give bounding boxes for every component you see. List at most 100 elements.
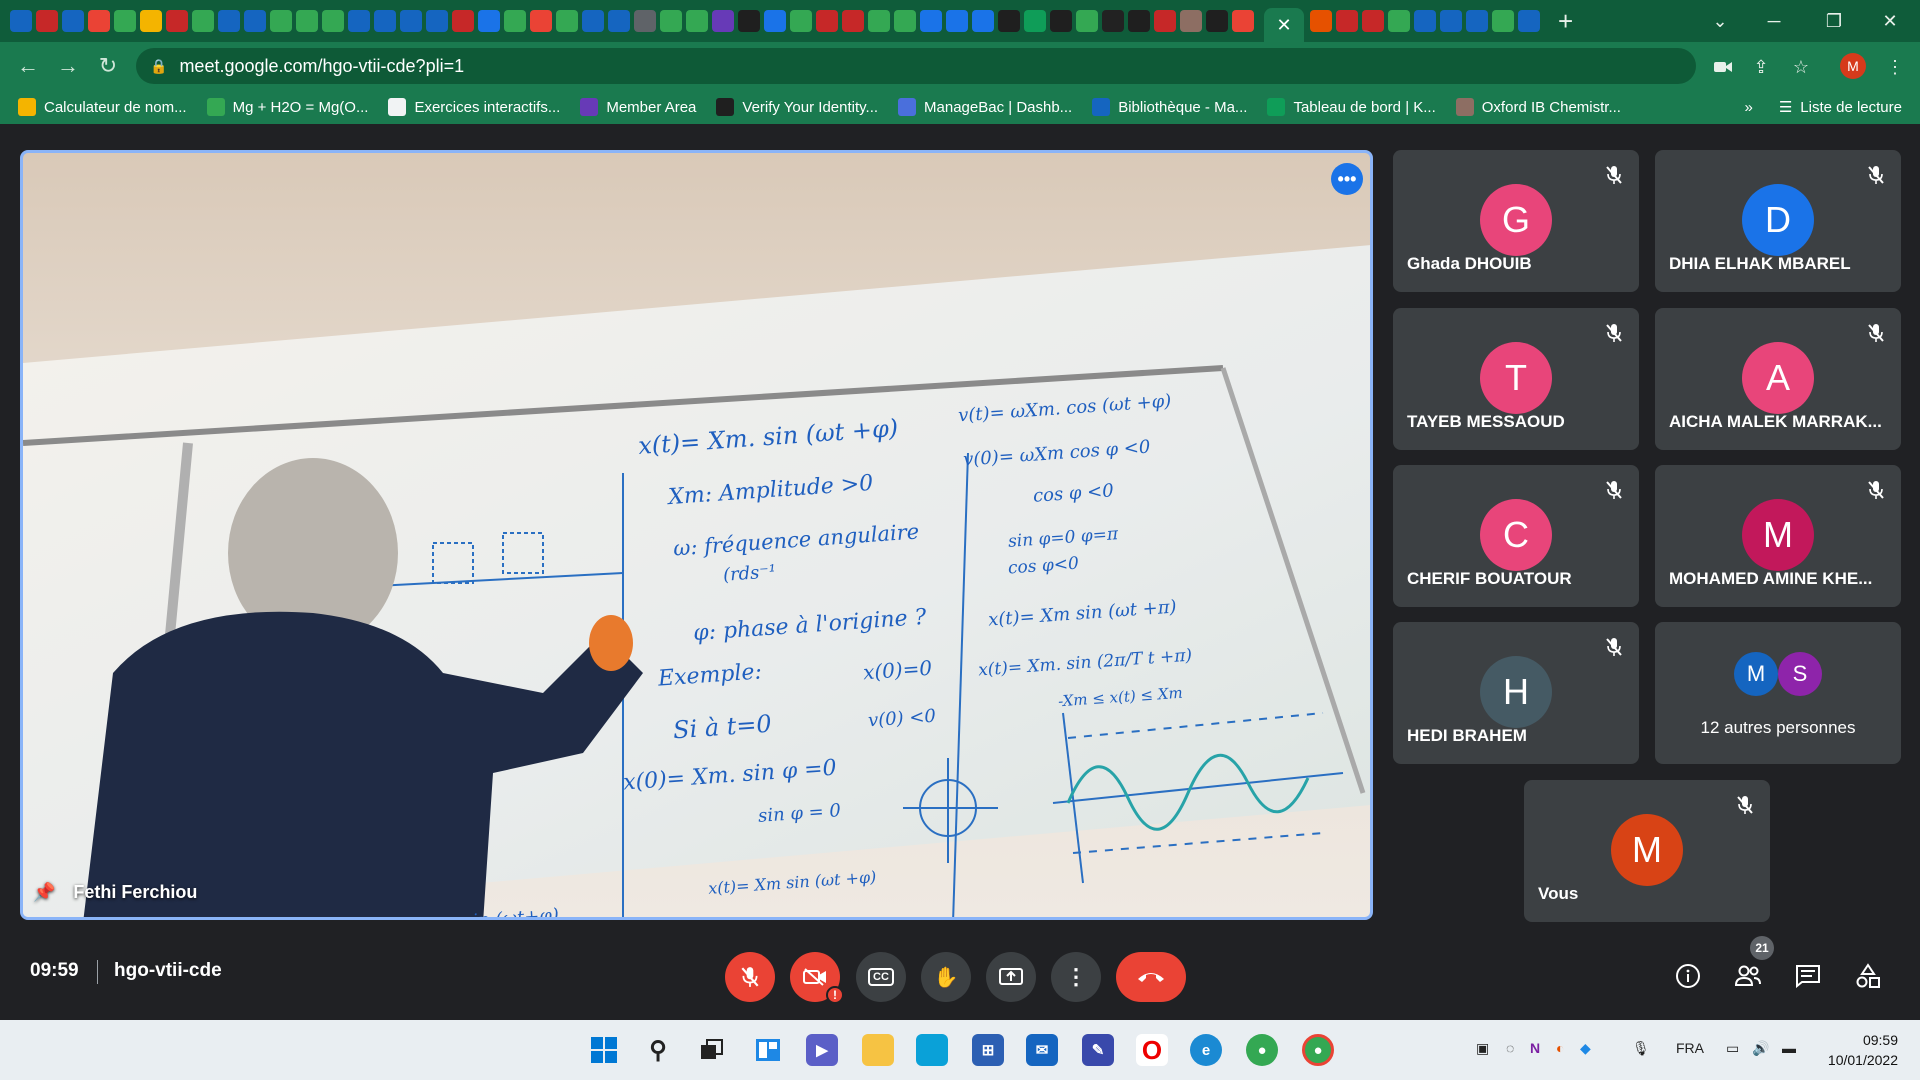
tab-favicon[interactable]: [660, 10, 682, 32]
tab-favicon[interactable]: [634, 10, 656, 32]
self-tile[interactable]: M Vous: [1524, 780, 1770, 922]
microphone-tray-icon[interactable]: 🎙: [1632, 1040, 1650, 1057]
windows-start-icon[interactable]: [588, 1034, 620, 1066]
present-screen-button[interactable]: [986, 952, 1036, 1002]
tab-favicon[interactable]: [452, 10, 474, 32]
tab-favicon[interactable]: [10, 10, 32, 32]
security-tray-icon[interactable]: ◆: [1580, 1040, 1591, 1057]
active-tab[interactable]: ✕: [1264, 8, 1304, 42]
microsoft-store-icon[interactable]: ⊞: [972, 1034, 1004, 1066]
tab-favicon[interactable]: [1232, 10, 1254, 32]
back-button[interactable]: ←: [8, 46, 48, 86]
tab-favicon[interactable]: [1336, 10, 1358, 32]
tab-favicon[interactable]: [1102, 10, 1124, 32]
tray-icon-4[interactable]: ◐: [1556, 1040, 1564, 1056]
address-bar[interactable]: 🔒 meet.google.com/hgo-vtii-cde?pli=1: [136, 48, 1696, 84]
bookmark-item[interactable]: ManageBac | Dashb...: [898, 98, 1072, 116]
tab-favicon[interactable]: [1180, 10, 1202, 32]
more-actions-button[interactable]: ⋮: [1051, 952, 1101, 1002]
tab-favicon[interactable]: [296, 10, 318, 32]
bookmark-item[interactable]: Exercices interactifs...: [388, 98, 560, 116]
participant-tile[interactable]: D DHIA ELHAK MBAREL: [1655, 150, 1901, 292]
tab-favicon[interactable]: [166, 10, 188, 32]
edge-icon[interactable]: e: [1190, 1034, 1222, 1066]
tab-favicon[interactable]: [1440, 10, 1462, 32]
raise-hand-button[interactable]: ✋: [921, 952, 971, 1002]
leave-call-button[interactable]: [1116, 952, 1186, 1002]
participant-tile[interactable]: A AICHA MALEK MARRAK...: [1655, 308, 1901, 450]
chrome-profile-icon[interactable]: ●: [1302, 1034, 1334, 1066]
tab-favicon[interactable]: [1310, 10, 1332, 32]
tab-favicon[interactable]: [842, 10, 864, 32]
tab-favicon[interactable]: [1388, 10, 1410, 32]
bookmark-item[interactable]: Tableau de bord | K...: [1267, 98, 1436, 116]
participant-tile[interactable]: T TAYEB MESSAOUD: [1393, 308, 1639, 450]
tab-favicon[interactable]: [374, 10, 396, 32]
system-clock[interactable]: 09:59 10/01/2022: [1828, 1030, 1898, 1070]
tab-favicon[interactable]: [114, 10, 136, 32]
tab-favicon[interactable]: [1466, 10, 1488, 32]
tab-favicon[interactable]: [1076, 10, 1098, 32]
search-icon[interactable]: ⚲: [642, 1034, 674, 1066]
tab-favicon[interactable]: [426, 10, 448, 32]
tab-favicon[interactable]: [920, 10, 942, 32]
bookmark-item[interactable]: Bibliothèque - Ma...: [1092, 98, 1247, 116]
more-options-button[interactable]: •••: [1331, 163, 1363, 195]
camera-toggle-button[interactable]: !: [790, 952, 844, 1004]
meeting-info-button[interactable]: [1668, 956, 1708, 996]
participant-tile[interactable]: M MOHAMED AMINE KHE...: [1655, 465, 1901, 607]
tab-favicon[interactable]: [322, 10, 344, 32]
opera-icon[interactable]: O: [1136, 1034, 1168, 1066]
tab-favicon[interactable]: [1206, 10, 1228, 32]
tab-favicon[interactable]: [478, 10, 500, 32]
tab-favicon[interactable]: [946, 10, 968, 32]
participant-tile[interactable]: C CHERIF BOUATOUR: [1393, 465, 1639, 607]
tab-favicon[interactable]: [712, 10, 734, 32]
onenote-tray-icon[interactable]: N: [1530, 1040, 1540, 1056]
mail-icon[interactable]: ✉: [1026, 1034, 1058, 1066]
tab-favicon[interactable]: [1492, 10, 1514, 32]
tab-favicon[interactable]: [998, 10, 1020, 32]
widgets-icon[interactable]: [752, 1034, 784, 1066]
task-view-icon[interactable]: [696, 1034, 728, 1066]
tab-favicon[interactable]: [244, 10, 266, 32]
tab-favicon[interactable]: [192, 10, 214, 32]
pin-icon[interactable]: 📌: [33, 882, 55, 903]
bookmark-item[interactable]: Calculateur de nom...: [18, 98, 187, 116]
bookmark-item[interactable]: Mg + H2O = Mg(O...: [206, 98, 368, 116]
bookmark-item[interactable]: Oxford IB Chemistr...: [1455, 98, 1621, 116]
reload-button[interactable]: ↻: [88, 46, 128, 86]
battery-icon[interactable]: ▬: [1782, 1040, 1796, 1056]
tab-favicon[interactable]: [504, 10, 526, 32]
main-video-tile[interactable]: x(t)= Xm. sin (ωt +φ) Xm: Amplitude >0 ω: …: [20, 150, 1373, 920]
camera-blocked-icon[interactable]: [1708, 52, 1738, 82]
tab-favicon[interactable]: [1414, 10, 1436, 32]
forward-button[interactable]: →: [48, 46, 88, 86]
tab-favicon[interactable]: [556, 10, 578, 32]
reading-list-icon[interactable]: ☰: [1779, 98, 1792, 116]
language-indicator[interactable]: FRA: [1676, 1040, 1704, 1056]
close-tab-icon[interactable]: ✕: [1276, 15, 1291, 36]
bookmark-star-icon[interactable]: ☆: [1786, 52, 1816, 82]
tab-favicon[interactable]: [582, 10, 604, 32]
chat-button[interactable]: [1788, 956, 1828, 996]
tab-favicon[interactable]: [1362, 10, 1384, 32]
tab-favicon[interactable]: [738, 10, 760, 32]
volume-icon[interactable]: 🔊: [1752, 1040, 1769, 1057]
browser-menu-icon[interactable]: ⋮: [1880, 52, 1910, 82]
people-button[interactable]: [1728, 956, 1768, 996]
tab-favicon[interactable]: [218, 10, 240, 32]
nvidia-tray-icon[interactable]: ▣: [1476, 1040, 1489, 1057]
bookmark-item[interactable]: Member Area: [580, 98, 696, 116]
bookmark-item[interactable]: Verify Your Identity...: [716, 98, 878, 116]
chrome-icon[interactable]: ●: [1246, 1034, 1278, 1066]
activities-button[interactable]: [1848, 956, 1888, 996]
tab-favicon[interactable]: [1024, 10, 1046, 32]
others-tile[interactable]: M S 12 autres personnes: [1655, 622, 1901, 764]
restore-button[interactable]: ❐: [1806, 0, 1862, 42]
tab-favicon[interactable]: [530, 10, 552, 32]
network-icon[interactable]: ▭: [1726, 1040, 1739, 1057]
profile-avatar[interactable]: M: [1840, 53, 1866, 79]
tab-favicon[interactable]: [608, 10, 630, 32]
tray-icon-2[interactable]: ◌: [1506, 1040, 1514, 1056]
